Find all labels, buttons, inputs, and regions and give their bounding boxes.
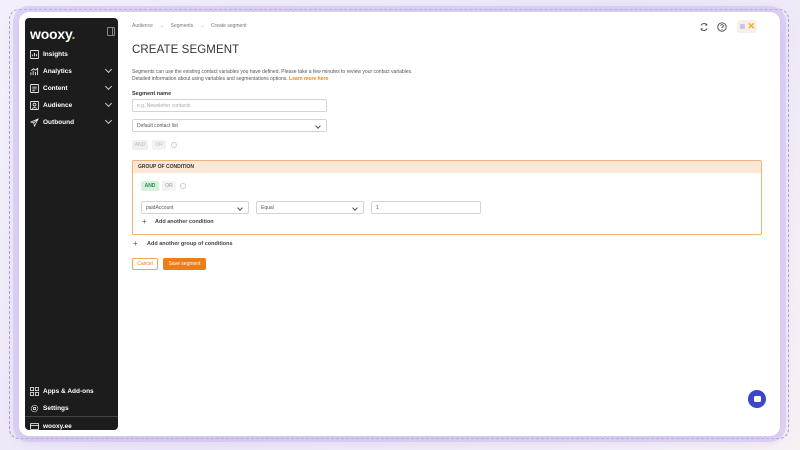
breadcrumb-separator: →: [199, 23, 205, 29]
sync-icon[interactable]: [699, 22, 709, 32]
chevron-down-icon: [104, 82, 113, 91]
condition-group-header: GROUP OF CONDITION: [133, 161, 761, 173]
sidebar-item-label: Settings: [43, 404, 69, 412]
sidebar-item-label: Audience: [43, 101, 73, 109]
cancel-button[interactable]: Cancel: [132, 258, 158, 270]
sidebar: wooxy. Insights Analytics Content Audien…: [25, 18, 118, 430]
chevron-down-icon: [104, 99, 113, 108]
sidebar-item-label: Insights: [43, 50, 68, 58]
account-label: wooxy.ee: [43, 422, 72, 430]
sidebar-item-apps[interactable]: Apps & Add-ons: [30, 384, 116, 398]
sidebar-item-audience[interactable]: Audience: [30, 98, 116, 112]
breadcrumb-audience[interactable]: Audience: [132, 23, 153, 29]
sidebar-item-settings[interactable]: Settings: [30, 401, 116, 415]
chart-box-icon: [30, 49, 39, 59]
group-or-toggle[interactable]: OR: [162, 181, 176, 191]
app-logo[interactable]: wooxy.: [30, 26, 75, 42]
sidebar-collapse-icon[interactable]: [107, 27, 115, 36]
condition-field-select[interactable]: paidAccount: [141, 201, 249, 214]
plus-icon[interactable]: +: [142, 217, 147, 226]
account-card-icon: [30, 422, 39, 430]
breadcrumb-separator: →: [159, 23, 165, 29]
breadcrumb-segments[interactable]: Segments: [171, 23, 194, 29]
sidebar-item-content[interactable]: Content: [30, 81, 116, 95]
audience-icon: [30, 100, 39, 110]
page-description: Segments can use the existing contact va…: [132, 69, 413, 82]
breadcrumb: Audience → Segments → Create segment: [132, 23, 252, 29]
chevron-down-icon: [104, 65, 113, 74]
analytics-icon: [30, 67, 39, 75]
breadcrumb-current: Create segment: [210, 23, 247, 29]
segment-name-label: Segment name: [132, 91, 172, 97]
chat-widget-button[interactable]: [748, 390, 766, 408]
chevron-down-icon: [104, 116, 113, 125]
apps-grid-icon: [30, 386, 39, 396]
sidebar-divider: [25, 416, 118, 417]
gear-icon: [30, 404, 39, 412]
help-icon[interactable]: [717, 22, 727, 32]
segment-name-input[interactable]: e.g. Newsletter contacts: [132, 99, 327, 112]
info-icon: [180, 183, 186, 189]
top-or-toggle[interactable]: OR: [152, 140, 166, 150]
chevron-down-icon: [237, 205, 243, 211]
add-group-link[interactable]: Add another group of conditions: [147, 241, 233, 247]
paper-plane-icon: [30, 117, 39, 127]
sidebar-item-insights[interactable]: Insights: [30, 47, 116, 61]
contact-list-select[interactable]: Default contact list: [132, 119, 327, 132]
info-icon: [171, 142, 177, 148]
sidebar-account[interactable]: wooxy.ee: [30, 419, 116, 433]
group-and-toggle[interactable]: AND: [141, 181, 159, 191]
sidebar-item-outbound[interactable]: Outbound: [30, 115, 116, 129]
avatar[interactable]: ✕: [737, 20, 757, 33]
learn-more-link[interactable]: Learn more here: [289, 76, 328, 82]
condition-group: GROUP OF CONDITION AND OR paidAccount Eq…: [132, 160, 762, 235]
page-title: CREATE SEGMENT: [132, 44, 240, 56]
sidebar-item-label: Apps & Add-ons: [43, 387, 94, 395]
app-window: wooxy. Insights Analytics Content Audien…: [19, 12, 780, 436]
condition-operator-select[interactable]: Equal: [256, 201, 364, 214]
chevron-down-icon: [315, 123, 321, 129]
add-condition-link[interactable]: Add another condition: [155, 219, 214, 225]
chat-icon: [753, 396, 761, 402]
condition-value-input[interactable]: 1: [371, 201, 481, 214]
save-segment-button[interactable]: Save segment: [163, 258, 206, 270]
sidebar-item-label: Outbound: [43, 118, 75, 126]
chevron-down-icon: [352, 205, 358, 211]
top-and-toggle[interactable]: AND: [132, 140, 148, 150]
sidebar-item-label: Analytics: [43, 67, 72, 75]
sidebar-item-analytics[interactable]: Analytics: [30, 64, 116, 78]
sidebar-item-label: Content: [43, 84, 68, 92]
content-icon: [30, 83, 39, 93]
plus-icon[interactable]: +: [133, 239, 138, 248]
